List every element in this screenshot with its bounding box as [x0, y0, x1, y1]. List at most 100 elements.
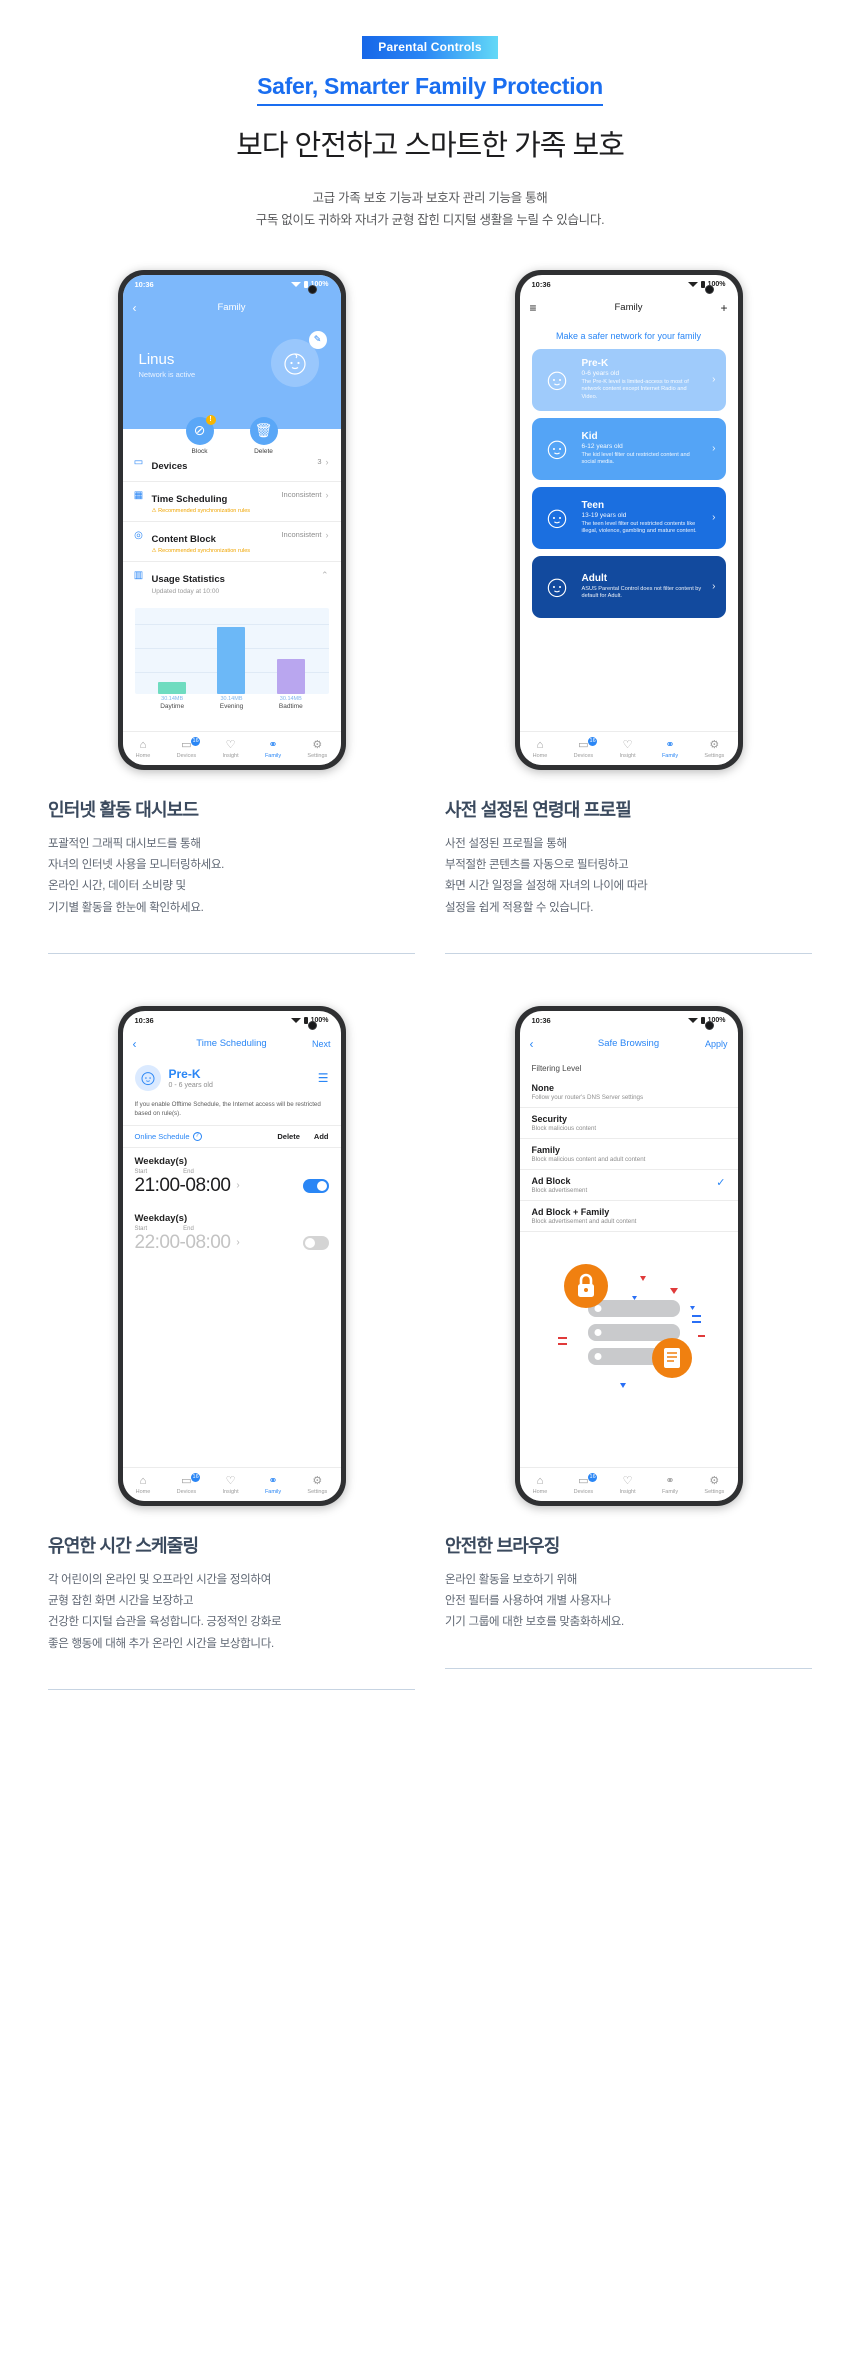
chevron-right-icon: › [325, 456, 329, 467]
filter-option-ad-block-family[interactable]: Ad Block + Family Block advertisement and… [519, 1201, 738, 1232]
back-icon[interactable]: ‹ [133, 1037, 137, 1051]
tab-family[interactable]: ⚭ Family [265, 739, 281, 759]
battery-icon [700, 281, 705, 289]
profile-card-teen[interactable]: Teen 13-19 years old The teen level filter… [531, 486, 726, 549]
caption-heading: 인터넷 활동 대시보드 [48, 799, 199, 820]
tab-badge: 16 [588, 736, 598, 746]
option-title: None [531, 1082, 555, 1093]
tab-insight[interactable]: ♡ Insight [619, 1474, 636, 1495]
profile-card-kid[interactable]: Kid 6-12 years old The kid level filter ou… [531, 417, 726, 480]
delete-button[interactable]: Delete [277, 1132, 300, 1141]
check-icon: ✓ [716, 1176, 726, 1189]
status-time: 10:36 [134, 1016, 154, 1026]
tab-devices[interactable]: ▭ 16 Devices [177, 736, 201, 759]
caption-body: 사전 설정된 프로필을 통해 부적절한 콘텐츠를 자동으로 필터링하고 화면 시… [445, 837, 648, 914]
hamburger-menu-icon[interactable]: ≡ [530, 301, 537, 315]
caption-heading: 안전한 브라우징 [445, 1535, 560, 1556]
tab-home[interactable]: ⌂ Home [136, 1475, 151, 1495]
add-icon[interactable]: + [720, 301, 727, 315]
tab-settings[interactable]: ⚙ Settings [307, 739, 327, 759]
add-button[interactable]: Add [314, 1132, 329, 1141]
tab-badge: 16 [588, 1472, 598, 1482]
bottom-tab-bar: ⌂ Home ▭ 16 Devices ♡ Insight ⚭ Family ⚙ Settings [519, 1466, 738, 1501]
edit-pencil-icon[interactable]: ✎ [308, 330, 327, 349]
nav-bar: ≡ Family + [520, 295, 738, 321]
status-time: 10:36 [134, 280, 154, 290]
tab-devices[interactable]: ▭ 16 Devices [574, 736, 598, 759]
tab-home[interactable]: ⌂ Home [533, 1474, 548, 1495]
family-icon: ⚭ [268, 1474, 278, 1487]
schedule-time[interactable]: 21:00-08:00 [135, 1175, 231, 1197]
camera-punch-hole-icon [704, 1020, 714, 1030]
feature-cell-profiles: 10:36 100% ≡ Family + Make a safer netwo… [439, 269, 818, 954]
tab-insight[interactable]: ♡ Insight [222, 738, 238, 759]
caption-dashboard: 인터넷 활동 대시보드 포괄적인 그래픽 대시보드를 통해 자녀의 인터넷 사용… [42, 796, 421, 954]
insight-icon: ♡ [225, 1474, 236, 1487]
tab-devices[interactable]: ▭ 16 Devices [573, 1472, 598, 1495]
block-action-button[interactable]: ⊘ ! Block [185, 414, 216, 455]
caption-safe-browsing: 안전한 브라우징 온라인 활동을 보호하기 위해 안전 필터를 사용하여 개별 … [439, 1532, 818, 1669]
chart-bar [158, 681, 187, 694]
avatar [134, 1064, 161, 1091]
tab-home[interactable]: ⌂ Home [533, 739, 548, 759]
chevron-right-icon: › [325, 489, 329, 500]
back-icon[interactable]: ‹ [530, 1037, 534, 1051]
phone-mockup-2: 10:36 100% ≡ Family + Make a safer netwo… [514, 269, 743, 770]
tab-insight[interactable]: ♡ Insight [222, 1474, 238, 1495]
caption-profiles: 사전 설정된 연령대 프로필 사전 설정된 프로필을 통해 부적절한 콘텐츠를 … [439, 796, 818, 954]
wifi-icon [687, 282, 698, 288]
online-schedule-link[interactable]: Online Schedule [135, 1132, 190, 1141]
profile-name: Teen [581, 499, 605, 511]
tab-family[interactable]: ⚭ Family [662, 1475, 678, 1495]
tab-badge: 16 [191, 1472, 201, 1482]
tab-family[interactable]: ⚭ Family [662, 739, 678, 759]
list-item-usage-statistics[interactable]: ▥ Usage Statistics Updated today at 10:0… [123, 562, 341, 602]
tab-settings[interactable]: ⚙ Settings [307, 1475, 327, 1495]
schedule-time[interactable]: 22:00-08:00 [135, 1232, 231, 1254]
usage-chart: 30.14MB Daytime 30.14MB Evening 30.14MB Badti… [123, 602, 341, 710]
tab-label: Insight [619, 752, 636, 759]
phone-mockup-3: 10:36 100% ‹ Time Scheduling Next Pre-K … [117, 1005, 346, 1506]
list-item-label: Time Scheduling [151, 493, 228, 505]
phone-mockup-4: 10:36 100% ‹ Safe Browsing Apply Filteri… [514, 1005, 743, 1506]
profile-name: Pre-K [168, 1066, 201, 1081]
schedule-toggle[interactable] [302, 1235, 329, 1250]
profile-card-adult[interactable]: Adult ASUS Parental Control does not filt… [531, 555, 726, 618]
tab-home[interactable]: ⌂ Home [136, 739, 151, 759]
tab-label: Insight [619, 1488, 636, 1495]
option-title: Ad Block + Family [531, 1206, 610, 1217]
list-view-icon[interactable]: ☰ [318, 1071, 329, 1085]
back-icon[interactable]: ‹ [133, 301, 137, 315]
filter-option-ad-block[interactable]: Ad Block Block advertisement ✓ [519, 1170, 738, 1201]
profile-summary: Pre-K 0 - 6 years old ☰ [123, 1057, 341, 1097]
apply-button[interactable]: Apply [705, 1039, 728, 1049]
chevron-right-icon: › [325, 529, 329, 540]
tab-settings[interactable]: ⚙ Settings [704, 739, 724, 759]
wifi-icon [290, 1018, 301, 1024]
list-item-content-block[interactable]: ◎ Content Block ⚠ Recommended synchroniz… [122, 522, 341, 562]
next-button[interactable]: Next [312, 1039, 331, 1049]
insight-icon: ♡ [622, 1474, 633, 1487]
battery-icon [303, 1017, 308, 1025]
tab-devices[interactable]: ▭ 16 Devices [177, 1472, 201, 1495]
schedule-toggle[interactable] [302, 1178, 329, 1193]
filter-option-family[interactable]: Family Block malicious content and adult … [519, 1139, 738, 1170]
info-icon[interactable]: ? [192, 1131, 202, 1141]
tab-settings[interactable]: ⚙ Settings [704, 1475, 724, 1495]
tab-insight[interactable]: ♡ Insight [619, 739, 636, 759]
delete-action-button[interactable]: 🗑 Delete [249, 416, 278, 455]
profile-age: 0 - 6 years old [168, 1081, 213, 1089]
list-item-time-scheduling[interactable]: ▦ Time Scheduling ⚠ Recommended synchron… [122, 482, 341, 522]
tab-family[interactable]: ⚭ Family [265, 1474, 281, 1495]
tab-label: Devices [573, 1488, 594, 1495]
profile-card-prek[interactable]: Pre-K 0-6 years old The Pre-K level is lim… [531, 348, 726, 411]
divider [48, 952, 415, 954]
home-icon: ⌂ [536, 1474, 544, 1487]
insight-icon: ♡ [225, 738, 236, 751]
filter-option-security[interactable]: Security Block malicious content [519, 1108, 738, 1139]
filter-option-none[interactable]: None Follow your router's DNS Server sett… [519, 1077, 738, 1108]
caption-heading: 유연한 시간 스케줄링 [48, 1535, 199, 1556]
chevron-right-icon: › [712, 374, 716, 386]
illustration [520, 1238, 738, 1413]
chart-bar [217, 626, 246, 694]
